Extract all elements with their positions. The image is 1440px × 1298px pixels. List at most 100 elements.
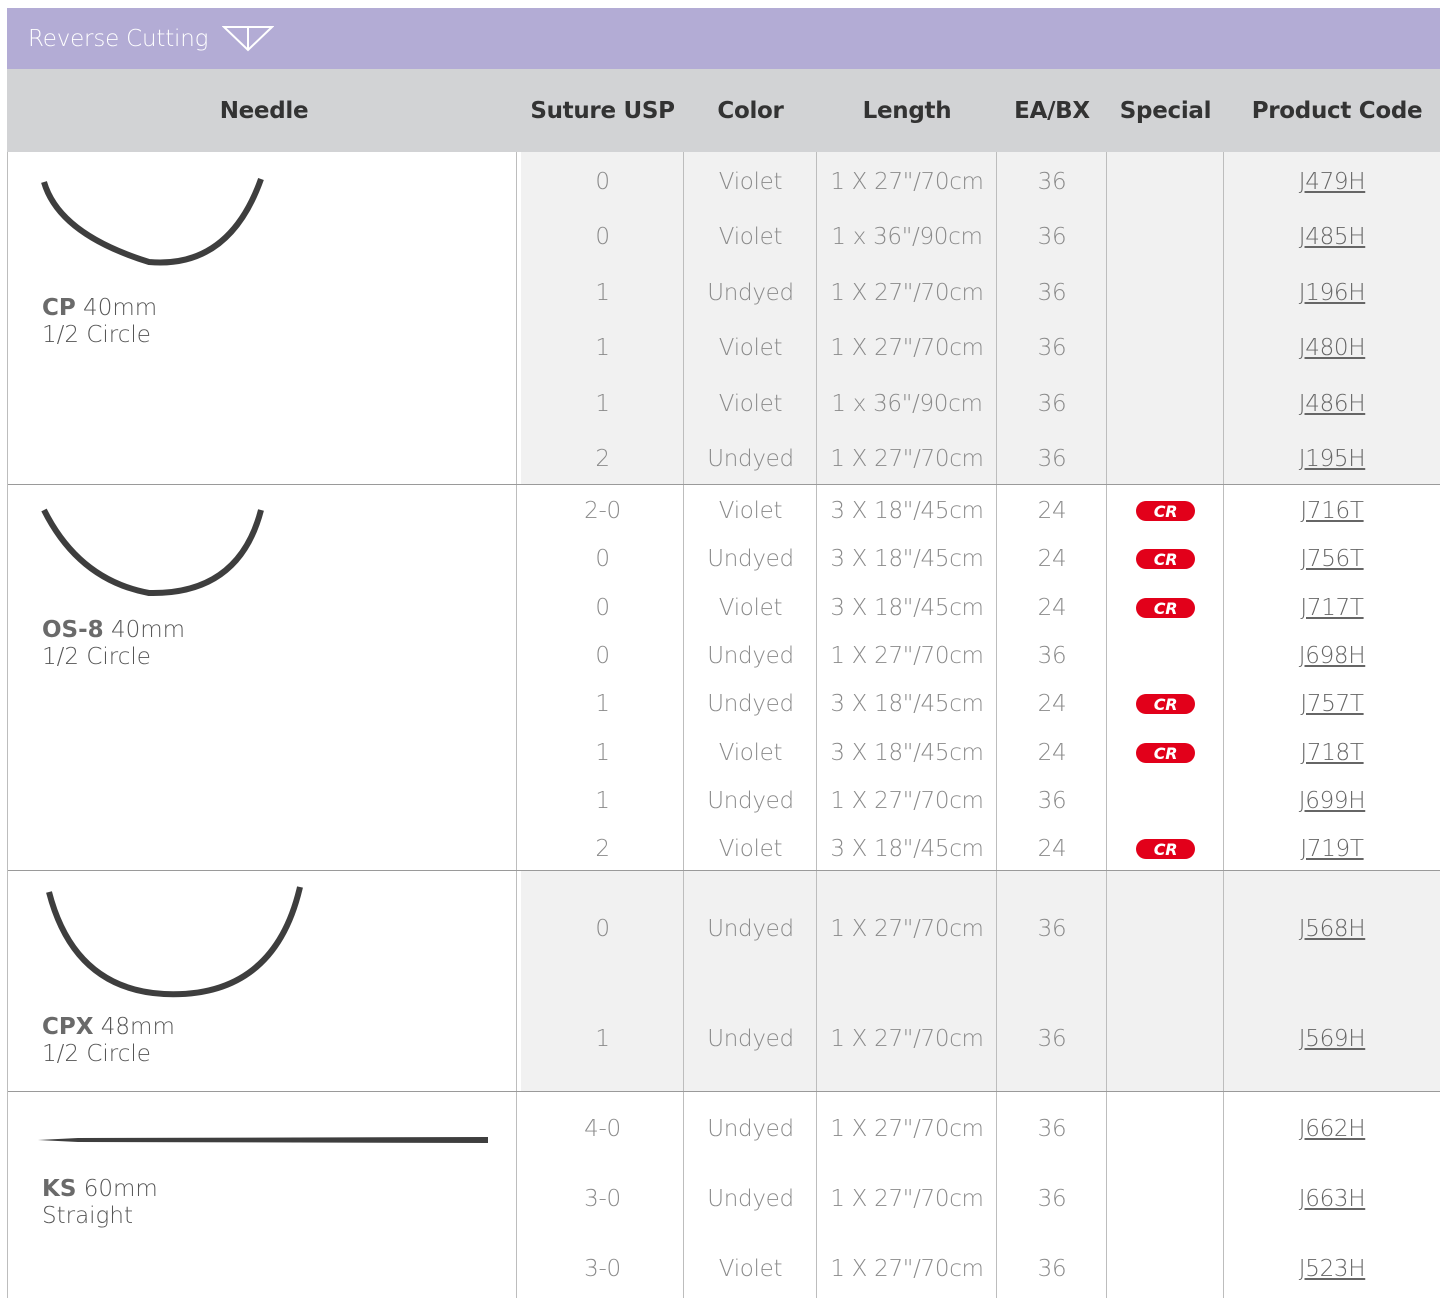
color-cell: Violet [718,1256,783,1282]
special-cell: CR [1107,735,1224,771]
product-code-link[interactable]: J698H [1224,638,1440,674]
product-code-link[interactable]: J523H [1224,1251,1440,1287]
length-cell: 3 X 18"/45cm [830,836,984,862]
cr-badge: CR [1136,694,1195,714]
product-code-link[interactable]: J756T [1224,541,1440,577]
product-code-link[interactable]: J479H [1224,164,1440,200]
suture-usp-cell: 1 [595,280,610,306]
section-title-bar[interactable]: Reverse Cutting [7,8,1440,69]
length-cell: 3 X 18"/45cm [830,498,984,524]
color-cell: Undyed [707,280,794,306]
ea-bx-cell: 36 [1037,446,1067,472]
color-cell: Undyed [707,691,794,717]
header-length: Length [862,97,952,124]
product-code-link[interactable]: J718T [1224,735,1440,771]
ea-bx-cell: 24 [1037,595,1067,621]
special-cell [1107,219,1224,255]
product-code-link[interactable]: J486H [1224,386,1440,422]
product-code-link[interactable]: J757T [1224,686,1440,722]
length-cell: 3 X 18"/45cm [830,691,984,717]
needle-size: 40mm [103,617,186,643]
needle-label: CPX 48mm 1/2 Circle [42,1014,175,1068]
needle-label: CP 40mm 1/2 Circle [42,295,157,349]
needle-shape: Straight [42,1203,133,1229]
product-code-link[interactable]: J662H [1224,1111,1440,1147]
column-divider [1224,871,1440,1092]
column-divider [817,152,997,485]
product-code-link[interactable]: J485H [1224,219,1440,255]
needle-shape: 1/2 Circle [42,1041,151,1067]
product-code-link[interactable]: J719T [1224,831,1440,867]
product-code-link[interactable]: J716T [1224,493,1440,529]
needle-label: KS 60mm Straight [42,1176,158,1230]
needle-code: CP [42,295,76,321]
suture-usp-cell: 0 [595,916,610,942]
special-cell [1107,638,1224,674]
needle-label: OS-8 40mm 1/2 Circle [42,617,185,671]
needle-group-cpx: CPX 48mm 1/2 Circle 0 Undyed 1 X 27"/70cm 36 J… [7,871,1440,1092]
ea-bx-cell: 36 [1037,169,1067,195]
length-cell: 3 X 18"/45cm [830,740,984,766]
column-divider [1224,152,1440,485]
product-code-link[interactable]: J480H [1224,330,1440,366]
color-cell: Violet [718,836,783,862]
needle-group-cp: CP 40mm 1/2 Circle 0 Violet 1 X 27"/70cm 36 J4… [7,152,1440,485]
special-cell: CR [1107,590,1224,626]
color-cell: Violet [718,595,783,621]
column-divider [521,871,684,1092]
ea-bx-cell: 36 [1037,280,1067,306]
length-cell: 1 x 36"/90cm [831,391,983,417]
special-cell [1107,1111,1224,1147]
needle-shape: 1/2 Circle [42,644,151,670]
color-cell: Violet [718,740,783,766]
ea-bx-cell: 24 [1037,691,1067,717]
column-divider [1107,871,1224,1092]
needle-group-ks: KS 60mm Straight 4-0 Undyed 1 X 27"/70cm 36 J6… [7,1092,1440,1298]
curved-needle-icon [41,508,264,597]
suture-usp-cell: 0 [595,546,610,572]
length-cell: 1 X 27"/70cm [830,1186,984,1212]
suture-usp-cell: 0 [595,595,610,621]
special-cell [1107,275,1224,311]
product-code-link[interactable]: J569H [1224,1021,1440,1057]
length-cell: 1 X 27"/70cm [830,916,984,942]
color-cell: Undyed [707,446,794,472]
special-cell [1107,386,1224,422]
needle-code: KS [42,1176,77,1202]
length-cell: 1 X 27"/70cm [830,280,984,306]
color-cell: Undyed [707,1116,794,1142]
suture-usp-cell: 1 [595,691,610,717]
column-divider [684,871,817,1092]
product-code-link[interactable]: J196H [1224,275,1440,311]
special-cell [1107,1021,1224,1057]
suture-usp-cell: 3-0 [584,1186,621,1212]
length-cell: 3 X 18"/45cm [830,546,984,572]
down-triangle-icon [222,25,275,51]
suture-usp-cell: 0 [595,224,610,250]
special-cell: CR [1107,493,1224,529]
product-code-link[interactable]: J663H [1224,1181,1440,1217]
straight-needle-icon [38,1137,488,1143]
special-cell [1107,1251,1224,1287]
length-cell: 1 X 27"/70cm [830,169,984,195]
color-cell: Undyed [707,643,794,669]
ea-bx-cell: 36 [1037,224,1067,250]
special-cell [1107,1181,1224,1217]
product-code-link[interactable]: J568H [1224,911,1440,947]
cr-badge: CR [1136,743,1195,763]
suture-usp-cell: 4-0 [584,1116,621,1142]
color-cell: Violet [718,224,783,250]
product-code-link[interactable]: J195H [1224,441,1440,477]
product-code-link[interactable]: J699H [1224,783,1440,819]
product-code-link[interactable]: J717T [1224,590,1440,626]
ea-bx-cell: 36 [1037,1256,1067,1282]
ea-bx-cell: 36 [1037,1116,1067,1142]
suture-usp-cell: 2 [595,836,610,862]
table-header: Needle Suture USP Color Length EA/BX Spe… [7,69,1440,152]
length-cell: 1 X 27"/70cm [830,788,984,814]
suture-usp-cell: 3-0 [584,1256,621,1282]
needle-size: 48mm [93,1014,175,1040]
needle-size: 60mm [76,1176,158,1202]
special-cell [1107,164,1224,200]
special-cell [1107,911,1224,947]
